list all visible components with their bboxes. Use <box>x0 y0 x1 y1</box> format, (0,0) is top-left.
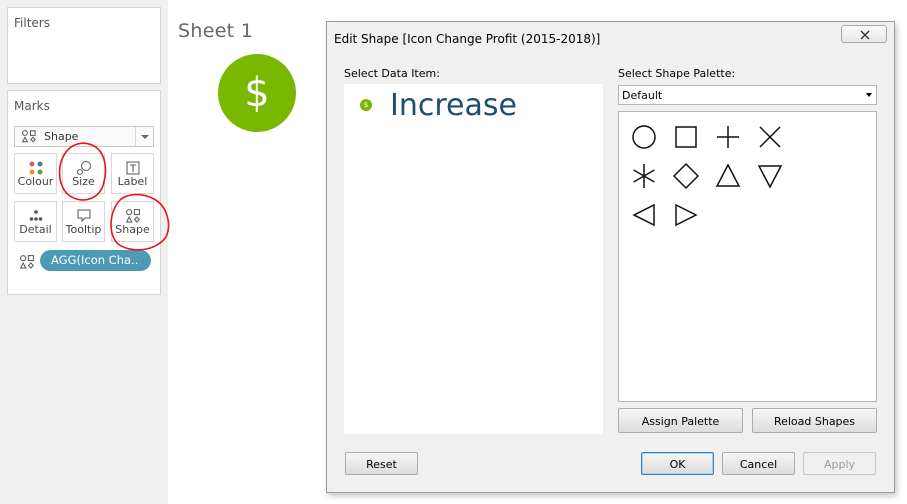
tooltip-bubble-icon <box>63 208 104 224</box>
reset-button[interactable]: Reset <box>345 452 418 475</box>
shape-square[interactable] <box>672 123 700 151</box>
select-data-item-label: Select Data Item: <box>344 67 440 80</box>
reload-shapes-button[interactable]: Reload Shapes <box>752 408 877 433</box>
left-pane: Filters Marks Shape Colour Size Label De… <box>0 0 168 504</box>
shapes-icon <box>21 130 37 146</box>
colour-label: Colour <box>17 175 54 188</box>
dollar-mark[interactable]: $ <box>218 54 296 132</box>
shape-plus[interactable] <box>714 123 742 151</box>
assign-palette-button[interactable]: Assign Palette <box>618 408 743 433</box>
apply-button[interactable]: Apply <box>803 452 876 475</box>
shape-triangle-right[interactable] <box>672 201 700 229</box>
shape-diamond[interactable] <box>672 162 700 190</box>
shape-asterisk[interactable] <box>630 162 658 190</box>
shape-triangle-down[interactable] <box>756 162 784 190</box>
data-item-increase[interactable]: Increase <box>390 88 517 123</box>
shape-cross[interactable] <box>756 123 784 151</box>
marks-card: Marks Shape Colour Size Label Detail Too… <box>7 90 161 295</box>
field-pill[interactable]: AGG(Icon Cha.. <box>40 250 151 271</box>
tooltip-button[interactable]: Tooltip <box>62 201 105 242</box>
shape-triangle-left[interactable] <box>630 201 658 229</box>
filters-shelf[interactable]: Filters <box>7 7 161 84</box>
detail-button[interactable]: Detail <box>14 201 57 242</box>
palette-select[interactable]: Default <box>618 85 877 105</box>
shape-circle[interactable] <box>630 123 658 151</box>
filters-title: Filters <box>14 16 50 30</box>
shape-button[interactable]: Shape <box>111 201 154 242</box>
shape-grid <box>618 111 877 402</box>
mark-type-value: Shape <box>44 130 79 143</box>
shapes-icon <box>112 208 153 224</box>
shape-label: Shape <box>115 223 150 236</box>
close-button[interactable] <box>841 25 887 43</box>
data-item-list: $ Increase <box>344 84 603 434</box>
sheet-title[interactable]: Sheet 1 <box>178 20 253 42</box>
data-item-dot: $ <box>360 99 372 111</box>
ok-button[interactable]: OK <box>641 452 714 475</box>
label-button[interactable]: Label <box>111 153 154 194</box>
detail-dots-icon <box>15 208 56 224</box>
dialog-title: Edit Shape [Icon Change Profit (2015-201… <box>334 32 601 46</box>
shape-triangle-up[interactable] <box>714 162 742 190</box>
label-text-icon <box>112 160 153 176</box>
colour-dots-icon <box>15 160 56 176</box>
mark-type-dropdown[interactable]: Shape <box>14 126 154 147</box>
colour-button[interactable]: Colour <box>14 153 57 194</box>
marks-title: Marks <box>14 99 50 113</box>
size-bubble-icon <box>63 160 104 176</box>
select-palette-label: Select Shape Palette: <box>618 67 736 80</box>
size-label: Size <box>72 175 95 188</box>
close-icon <box>860 30 870 40</box>
edit-shape-dialog: Edit Shape [Icon Change Profit (2015-201… <box>326 21 895 493</box>
label-label: Label <box>117 175 148 188</box>
shapes-icon <box>19 254 35 274</box>
detail-label: Detail <box>19 223 52 236</box>
palette-value: Default <box>622 89 663 102</box>
chevron-down-icon <box>135 127 153 146</box>
cancel-button[interactable]: Cancel <box>722 452 795 475</box>
tooltip-label: Tooltip <box>65 223 102 236</box>
size-button[interactable]: Size <box>62 153 105 194</box>
